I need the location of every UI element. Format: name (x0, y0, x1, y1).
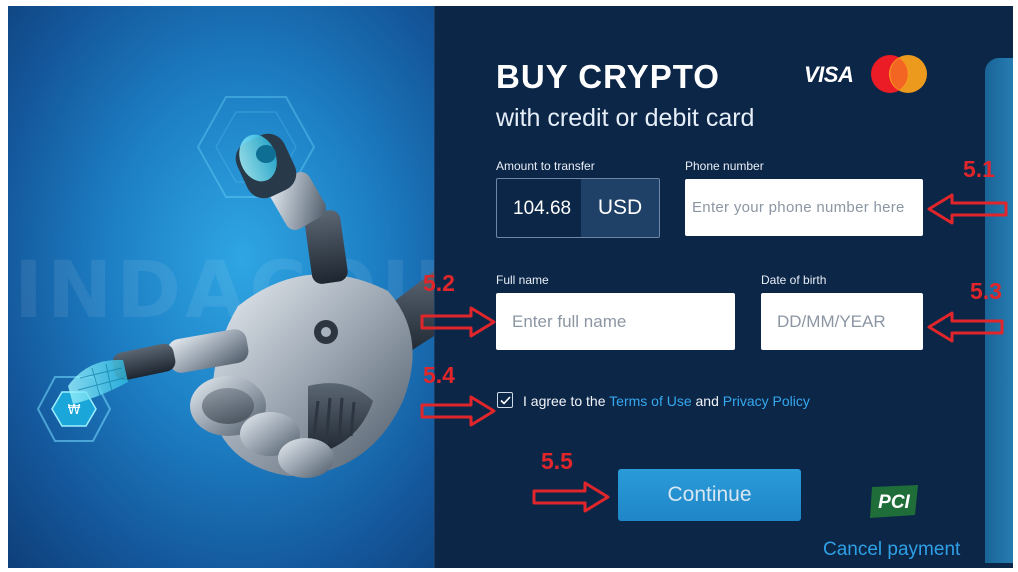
terms-link[interactable]: Terms of Use (609, 393, 691, 409)
app-frame: INDACOIN ₩ BUY CRYPTO with credit or deb… (8, 6, 1013, 568)
cancel-payment-link[interactable]: Cancel payment (823, 539, 960, 561)
mastercard-logo (871, 55, 927, 93)
check-icon (499, 395, 511, 405)
annotation-5-1: 5.1 (963, 156, 995, 182)
fullname-label: Full name (496, 273, 549, 287)
phone-input[interactable]: Enter your phone number here (685, 179, 923, 236)
dob-input[interactable]: DD/MM/YEAR (761, 293, 923, 350)
pci-badge: PCI (870, 485, 918, 518)
agree-prefix: I agree to the (523, 393, 606, 409)
agree-and: and (695, 393, 719, 409)
annotation-5-3: 5.3 (970, 278, 1002, 304)
phone-label: Phone number (685, 159, 764, 173)
agree-checkbox[interactable] (497, 392, 513, 408)
privacy-link[interactable]: Privacy Policy (723, 393, 810, 409)
currency-badge: USD (581, 179, 659, 237)
continue-button[interactable]: Continue (618, 469, 801, 521)
arrow-right-icon (420, 395, 496, 427)
agree-text: I agree to the Terms of Use and Privacy … (523, 393, 810, 409)
amount-value: 104.68 (513, 198, 572, 219)
arrow-right-icon (420, 306, 496, 338)
pci-text: PCI (878, 492, 910, 513)
page-title: BUY CRYPTO (496, 58, 720, 95)
dob-label: Date of birth (761, 273, 827, 287)
arrow-left-icon (927, 311, 1004, 343)
amount-field[interactable]: 104.68 USD (496, 178, 660, 238)
arrow-right-icon (532, 481, 610, 513)
hero-panel: INDACOIN ₩ (8, 6, 479, 568)
visa-logo: VISA (804, 62, 854, 87)
robot-hand-illustration (68, 133, 434, 478)
amount-label: Amount to transfer (496, 159, 595, 173)
annotation-5-2: 5.2 (423, 270, 455, 296)
annotation-5-4: 5.4 (423, 362, 455, 388)
arrow-left-icon (927, 193, 1008, 225)
fullname-input[interactable]: Enter full name (496, 293, 735, 350)
page-subtitle: with credit or debit card (496, 104, 755, 132)
annotation-5-5: 5.5 (541, 448, 573, 474)
